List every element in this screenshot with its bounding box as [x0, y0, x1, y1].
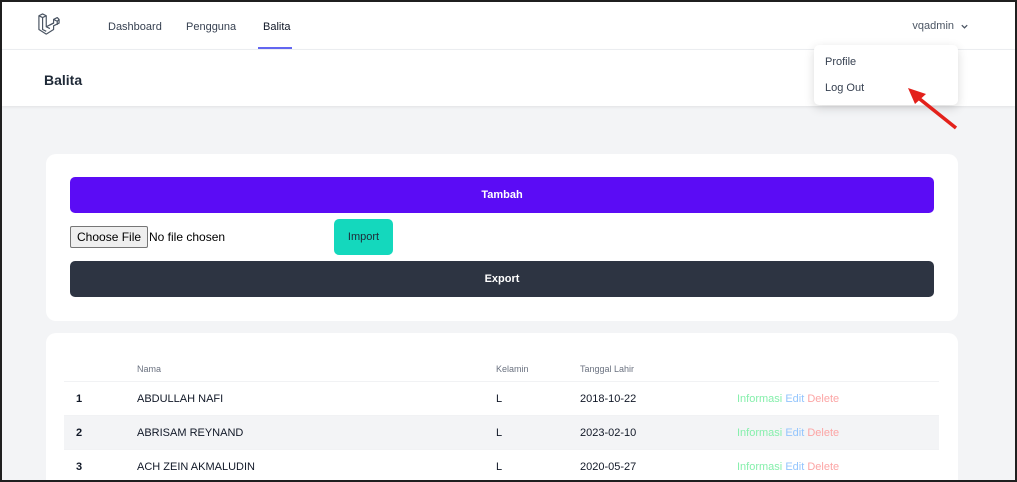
- balita-table: Nama Kelamin Tanggal Lahir 1 ABDULLAH NA…: [46, 333, 958, 480]
- edit-link[interactable]: Edit: [785, 393, 804, 405]
- row-nama: ABRISAM REYNAND: [137, 427, 244, 439]
- header-nama: Nama: [137, 364, 162, 374]
- edit-link[interactable]: Edit: [785, 461, 804, 473]
- row-tanggal-lahir: 2018-10-22: [580, 393, 637, 405]
- row-kelamin: L: [496, 427, 503, 439]
- table-row: 3 ACH ZEIN AKMALUDIN L 2020-05-27 Inform…: [64, 449, 939, 480]
- import-button[interactable]: Import: [334, 219, 393, 255]
- row-number: 1: [76, 393, 83, 405]
- export-button[interactable]: Export: [70, 261, 934, 297]
- row-number: 3: [76, 461, 83, 473]
- dropdown-profile[interactable]: Profile: [825, 56, 856, 68]
- top-navbar: Dashboard Pengguna Balita vqadmin: [2, 2, 1015, 50]
- user-menu-trigger[interactable]: vqadmin: [912, 20, 969, 32]
- informasi-link[interactable]: Informasi: [737, 461, 782, 473]
- choose-file-button[interactable]: Choose File: [70, 226, 149, 248]
- file-status-text: No file chosen: [149, 230, 226, 244]
- header-tanggal-lahir: Tanggal Lahir: [580, 364, 635, 374]
- dropdown-logout[interactable]: Log Out: [825, 82, 864, 94]
- laravel-logo-icon[interactable]: [38, 12, 60, 36]
- table-row: 2 ABRISAM REYNAND L 2023-02-10 Informasi…: [64, 415, 939, 449]
- row-nama: ABDULLAH NAFI: [137, 393, 224, 405]
- annotation-arrow-icon: [908, 88, 958, 130]
- row-nama: ACH ZEIN AKMALUDIN: [137, 461, 255, 473]
- page-title: Balita: [44, 72, 83, 88]
- delete-link[interactable]: Delete: [807, 461, 839, 473]
- nav-dashboard[interactable]: Dashboard: [108, 21, 162, 33]
- actions-card: Tambah Choose File No file chosen Import…: [46, 154, 958, 321]
- active-nav-indicator: [258, 47, 292, 49]
- row-actions: Informasi Edit Delete: [737, 427, 839, 439]
- informasi-link[interactable]: Informasi: [737, 393, 782, 405]
- edit-link[interactable]: Edit: [785, 427, 804, 439]
- chevron-down-icon: [961, 24, 968, 29]
- informasi-link[interactable]: Informasi: [737, 427, 782, 439]
- row-actions: Informasi Edit Delete: [737, 461, 839, 473]
- nav-pengguna[interactable]: Pengguna: [186, 21, 236, 33]
- delete-link[interactable]: Delete: [807, 393, 839, 405]
- nav-balita[interactable]: Balita: [263, 21, 291, 33]
- row-tanggal-lahir: 2023-02-10: [580, 427, 637, 439]
- header-kelamin: Kelamin: [496, 364, 529, 374]
- tambah-button[interactable]: Tambah: [70, 177, 934, 213]
- table-row: 1 ABDULLAH NAFI L 2018-10-22 Informasi E…: [64, 381, 939, 415]
- row-actions: Informasi Edit Delete: [737, 393, 839, 405]
- row-kelamin: L: [496, 461, 503, 473]
- delete-link[interactable]: Delete: [807, 427, 839, 439]
- row-tanggal-lahir: 2020-05-27: [580, 461, 637, 473]
- user-name: vqadmin: [912, 20, 954, 32]
- app-window: Dashboard Pengguna Balita vqadmin Balita…: [0, 0, 1017, 482]
- row-number: 2: [76, 427, 83, 439]
- row-kelamin: L: [496, 393, 503, 405]
